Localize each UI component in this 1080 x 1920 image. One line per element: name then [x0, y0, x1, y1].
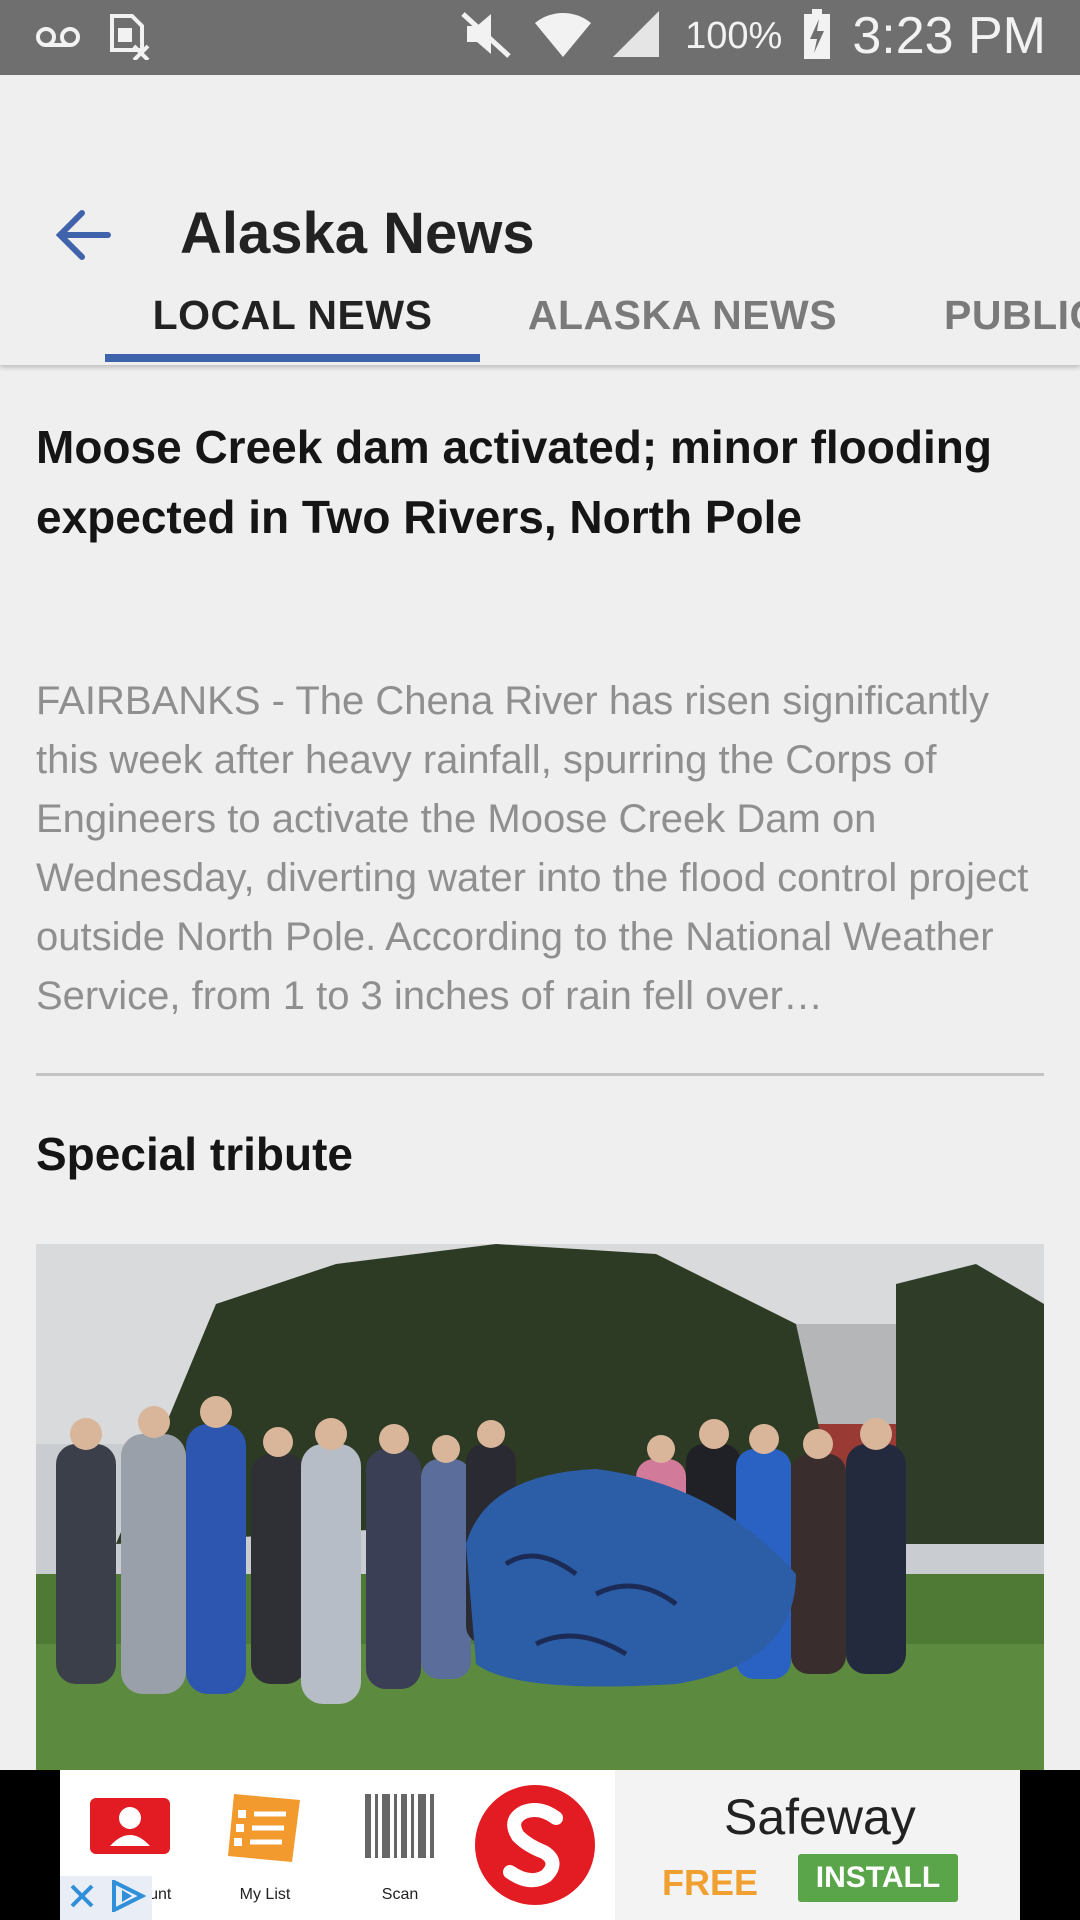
news-list[interactable]: Moose Creek dam activated; minor floodin… — [0, 367, 1080, 1770]
list-icon: My List — [210, 1788, 320, 1903]
sim-error-icon — [108, 14, 152, 65]
adchoices-icon[interactable] — [110, 1878, 146, 1917]
ad-icon-label: My List — [239, 1886, 291, 1903]
tab-bar: LOCAL NEWS ALASKA NEWS PUBLIC — [0, 265, 1080, 365]
ad-brand: Safeway — [724, 1789, 916, 1845]
ad-content[interactable]: My Account My List Scan Safeway FREE INS… — [60, 1770, 1020, 1920]
article-headline[interactable]: Moose Creek dam activated; minor floodin… — [36, 412, 1046, 552]
ad-choices[interactable] — [60, 1876, 152, 1920]
tab-alaska-news[interactable]: ALASKA NEWS — [510, 265, 855, 365]
divider — [36, 1073, 1044, 1076]
status-bar: 100% 3:23 PM — [0, 0, 1080, 75]
install-button[interactable]: INSTALL — [798, 1854, 958, 1902]
tab-label: ALASKA NEWS — [527, 291, 838, 338]
ad-banner[interactable]: My Account My List Scan Safeway FREE INS… — [0, 1770, 1080, 1920]
article-photo[interactable] — [36, 1244, 1044, 1770]
article-summary[interactable]: FAIRBANKS - The Chena River has risen si… — [36, 672, 1046, 1026]
tab-local-news[interactable]: LOCAL NEWS — [105, 265, 480, 365]
mute-icon — [461, 10, 513, 63]
tab-public[interactable]: PUBLIC — [944, 265, 1080, 365]
tab-label: PUBLIC — [944, 291, 1080, 338]
tab-indicator — [105, 354, 480, 362]
barcode-icon: Scan — [345, 1788, 455, 1903]
ad-price: FREE — [662, 1862, 759, 1903]
battery-percent: 100% — [685, 14, 783, 57]
article-headline[interactable]: Special tribute — [36, 1127, 353, 1181]
signal-icon — [613, 10, 663, 62]
account-icon: My Account — [75, 1788, 185, 1903]
voicemail-icon — [36, 23, 80, 56]
battery-charging-icon — [804, 8, 831, 64]
close-icon[interactable] — [67, 1881, 97, 1916]
clock: 3:23 PM — [852, 7, 1046, 65]
safeway-logo-icon — [470, 1780, 600, 1910]
ad-icon-label: Scan — [381, 1886, 419, 1903]
wifi-icon — [535, 11, 592, 62]
tab-label: LOCAL NEWS — [152, 291, 433, 338]
page-title: Alaska News — [180, 201, 535, 266]
back-button[interactable] — [48, 199, 120, 271]
